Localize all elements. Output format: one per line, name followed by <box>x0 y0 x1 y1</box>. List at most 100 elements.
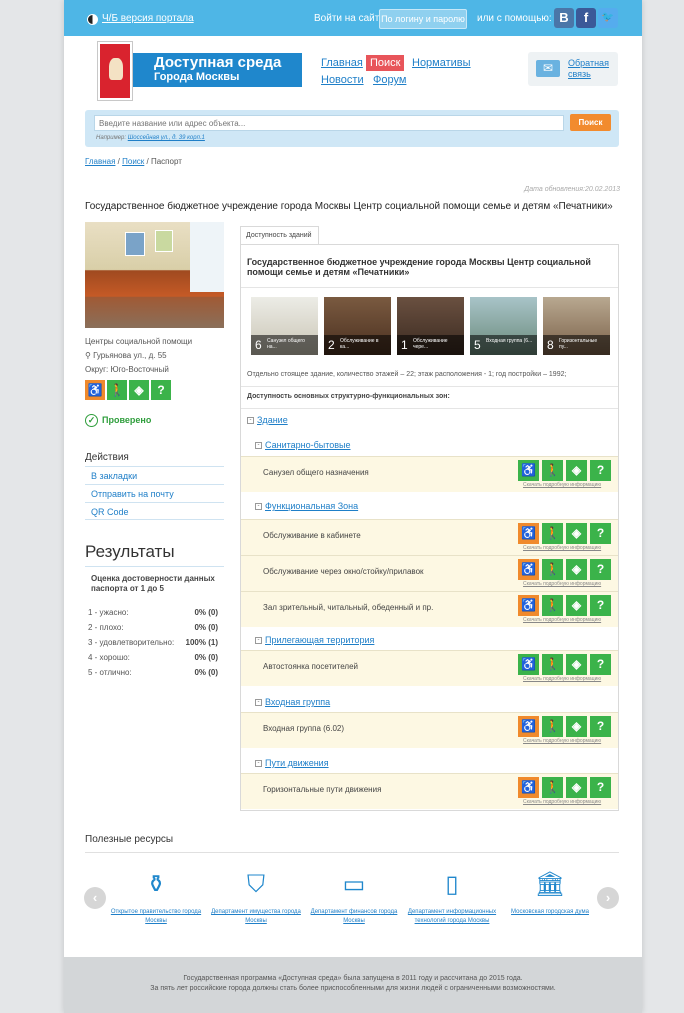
nav-news[interactable]: Новости <box>321 74 364 86</box>
bookmark-link[interactable]: В закладки <box>91 471 137 481</box>
login-password-button[interactable]: По логину и паролю <box>379 9 467 29</box>
building-info: Отдельно стоящее здание, количество этаж… <box>247 371 567 378</box>
resource-item[interactable]: ⛉ Департамент имущества города Москвы <box>208 868 304 926</box>
accessibility-panel: Государственное бюджетное учреждение гор… <box>240 244 619 811</box>
hearing-icon: ? <box>590 460 611 481</box>
gallery-thumb[interactable]: 8 Горизонтальные пу... <box>543 297 610 355</box>
facebook-icon[interactable]: f <box>576 8 596 28</box>
breadcrumb-search[interactable]: Поиск <box>122 157 144 166</box>
gallery-thumb[interactable]: 1 Обслуживание чере... <box>397 297 464 355</box>
gallery-thumb[interactable]: 6 Санузел общего на... <box>251 297 318 355</box>
district: Округ: Юго-Восточный <box>85 365 169 374</box>
vision-icon: ◈ <box>566 595 587 616</box>
nav-search[interactable]: Поиск <box>366 55 405 71</box>
carousel-next-button[interactable]: › <box>597 887 619 909</box>
monitor-icon: ▯ <box>445 871 459 898</box>
hearing-icon: ? <box>590 654 611 675</box>
wheelchair-icon: ♿ <box>518 460 539 481</box>
qr-code-link[interactable]: QR Code <box>91 507 129 517</box>
object-photo[interactable] <box>85 222 224 328</box>
wheelchair-icon: ♿ <box>518 595 539 616</box>
section-functional-zone[interactable]: - Функциональная Зона <box>255 501 358 511</box>
resource-link[interactable]: Департамент информационных технологий го… <box>404 908 500 926</box>
collapse-icon: - <box>255 699 262 707</box>
org-type: Центры социальной помощи <box>85 337 193 346</box>
location-pin-icon: ⚲ <box>85 351 91 360</box>
collapse-icon: - <box>255 760 262 768</box>
feedback-box[interactable]: ✉ Обратная связь <box>528 52 618 86</box>
send-email-link[interactable]: Отправить на почту <box>91 489 174 499</box>
section-entrance-group[interactable]: - Входная группа <box>255 697 330 707</box>
rating-row: 1 - ужасно: 0% (0) <box>88 608 218 617</box>
carousel-prev-button[interactable]: ‹ <box>84 887 106 909</box>
wheelchair-icon: ♿ <box>518 654 539 675</box>
vision-icon: ◈ <box>566 777 587 798</box>
resource-item[interactable]: 🏛 Московская городская дума <box>502 868 598 917</box>
contrast-icon <box>87 14 98 25</box>
section-sanitary[interactable]: - Санитарно-бытовые <box>255 440 351 450</box>
resource-link[interactable]: Московская городская дума <box>502 908 598 917</box>
walking-person-icon: 🚶 <box>542 523 563 544</box>
or-label: или с помощью: <box>477 13 552 24</box>
resource-link[interactable]: Департамент финансов города Москвы <box>306 908 402 926</box>
bw-version-link[interactable]: Ч/Б версия портала <box>102 13 194 24</box>
download-info-link[interactable]: Скачать подробную информацию <box>523 617 601 623</box>
results-heading: Результаты <box>85 542 175 561</box>
rating-heading: Оценка достоверности данных паспорта от … <box>91 574 215 593</box>
hearing-icon: ? <box>590 523 611 544</box>
resource-item[interactable]: ⚱ Открытое правительство города Москвы <box>108 868 204 926</box>
walking-person-icon: 🚶 <box>542 559 563 580</box>
logo[interactable]: Доступная среда Города Москвы <box>130 53 302 87</box>
ratings-list: 1 - ужасно: 0% (0) 2 - плохо: 0% (0) 3 - у… <box>88 608 218 683</box>
check-circle-icon: ✓ <box>85 414 98 427</box>
search-input[interactable] <box>94 115 564 131</box>
resource-item[interactable]: ▭ Департамент финансов города Москвы <box>306 868 402 926</box>
vision-icon: ◈ <box>566 654 587 675</box>
top-bar: Ч/Б версия портала Войти на сайт По логи… <box>64 0 642 36</box>
nav-home[interactable]: Главная <box>321 57 363 69</box>
hearing-icon: ? <box>590 559 611 580</box>
resource-item[interactable]: ▯ Департамент информационных технологий … <box>404 868 500 926</box>
section-movement-paths[interactable]: - Пути движения <box>255 758 329 768</box>
vision-icon: ◈ <box>566 523 587 544</box>
zone-row: Автостоянка посетителей ♿ 🚶 ◈ ? Скачать … <box>241 650 618 686</box>
search-example-link[interactable]: Шоссейная ул., д. 39 корп.1 <box>128 135 205 141</box>
walking-person-icon: 🚶 <box>542 460 563 481</box>
gallery-thumb[interactable]: 5 Входная группа (6... <box>470 297 537 355</box>
walking-person-icon: 🚶 <box>542 595 563 616</box>
tab-building-accessibility[interactable]: Доступность зданий <box>240 226 319 245</box>
search-button[interactable]: Поиск <box>570 114 611 131</box>
feedback-link[interactable]: Обратная связь <box>568 58 614 80</box>
category-building[interactable]: - Здание <box>247 415 288 425</box>
download-info-link[interactable]: Скачать подробную информацию <box>523 545 601 551</box>
nav-norms[interactable]: Нормативы <box>412 57 471 69</box>
resources-heading: Полезные ресурсы <box>85 834 174 845</box>
download-info-link[interactable]: Скачать подробную информацию <box>523 482 601 488</box>
vk-icon[interactable]: В <box>554 8 574 28</box>
download-info-link[interactable]: Скачать подробную информацию <box>523 799 601 805</box>
address: ⚲ Гурьянова ул., д. 55 <box>85 351 167 360</box>
download-info-link[interactable]: Скачать подробную информацию <box>523 676 601 682</box>
collapse-icon: - <box>255 442 262 450</box>
page-title: Государственное бюджетное учреждение гор… <box>85 201 613 212</box>
zone-row: Санузел общего назначения ♿ 🚶 ◈ ? Скачат… <box>241 456 618 492</box>
resource-link[interactable]: Департамент имущества города Москвы <box>208 908 304 926</box>
actions-list: В закладки Отправить на почту QR Code <box>85 466 224 520</box>
rating-row: 5 - отлично: 0% (0) <box>88 668 218 677</box>
government-icon: ⚱ <box>145 871 167 898</box>
breadcrumb-home[interactable]: Главная <box>85 157 115 166</box>
nav-forum[interactable]: Форум <box>373 74 406 86</box>
download-info-link[interactable]: Скачать подробную информацию <box>523 581 601 587</box>
rating-row: 2 - плохо: 0% (0) <box>88 623 218 632</box>
zone-row: Зал зрительный, читальный, обеденный и п… <box>241 591 618 627</box>
page: Ч/Б версия портала Войти на сайт По логи… <box>64 0 642 1013</box>
download-info-link[interactable]: Скачать подробную информацию <box>523 738 601 744</box>
wheelchair-icon: ♿ <box>518 523 539 544</box>
twitter-icon[interactable]: 🐦 <box>598 8 618 28</box>
zone-row: Обслуживание в кабинете ♿ 🚶 ◈ ? Скачать … <box>241 519 618 555</box>
actions-heading: Действия <box>85 452 129 463</box>
rating-row: 3 - удовлетворительно: 100% (1) <box>88 638 218 647</box>
resource-link[interactable]: Открытое правительство города Москвы <box>108 908 204 926</box>
gallery-thumb[interactable]: 2 Обслуживание в ка... <box>324 297 391 355</box>
section-adjacent-territory[interactable]: - Прилегающая территория <box>255 635 374 645</box>
